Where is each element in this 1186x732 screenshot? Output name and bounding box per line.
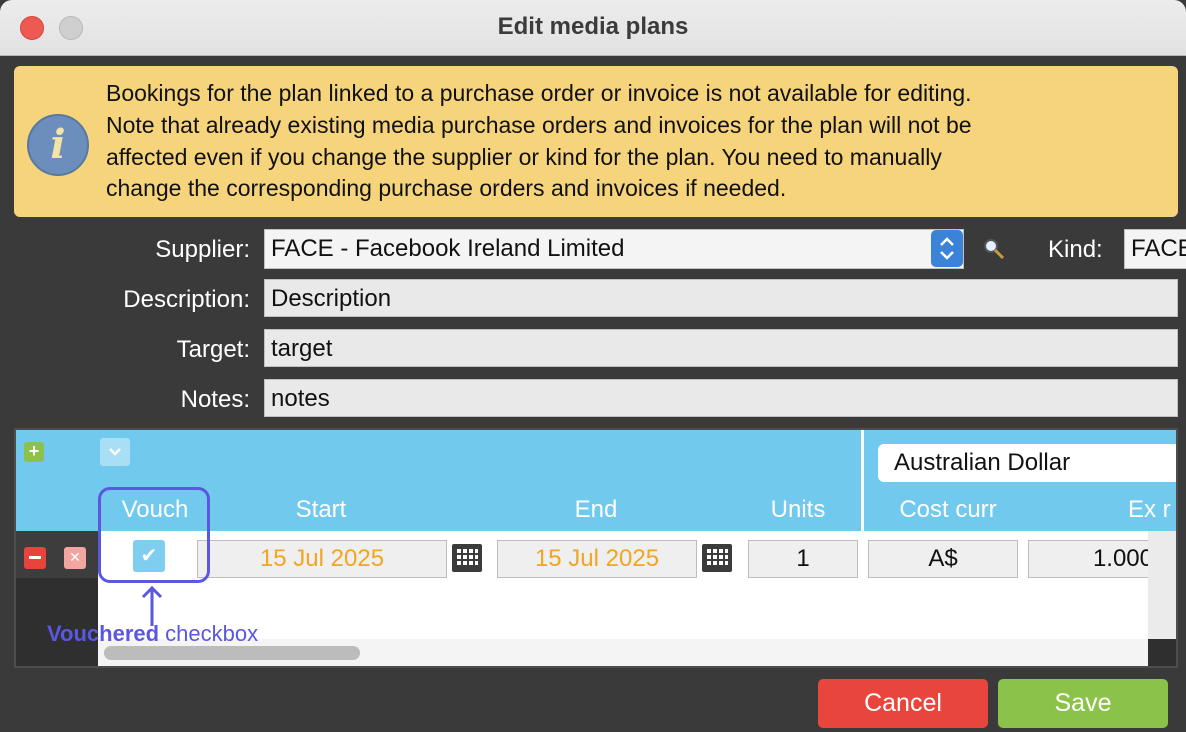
supplier-select[interactable]: FACE - Facebook Ireland Limited (264, 229, 964, 269)
magnifier-icon[interactable] (982, 237, 1006, 261)
annotation-label-bold: Vouchered (47, 621, 160, 646)
notes-field[interactable]: notes (264, 379, 1178, 417)
column-header-end: End (574, 496, 618, 523)
scroll-corner (1148, 639, 1176, 666)
clear-row-button[interactable]: ✕ (64, 547, 86, 569)
cancel-button[interactable]: Cancel (818, 679, 988, 728)
info-icon: i (27, 114, 89, 176)
supplier-dropdown-stepper[interactable] (931, 230, 963, 267)
calendar-icon[interactable] (452, 544, 482, 572)
annotation-label-rest: checkbox (159, 621, 259, 646)
notes-label: Notes: (180, 386, 250, 413)
annotation-highlight-box (98, 487, 210, 583)
cost-currency-cell[interactable]: A$ (868, 540, 1018, 578)
info-text-line: Bookings for the plan linked to a purcha… (106, 80, 972, 106)
target-label: Target: (176, 336, 250, 363)
vertical-scrollbar[interactable] (1148, 531, 1176, 639)
annotation-label: Vouchered checkbox (47, 621, 258, 647)
kind-field[interactable]: FACE (1124, 229, 1186, 269)
horizontal-scrollbar-thumb[interactable] (104, 646, 360, 660)
description-field[interactable]: Description (264, 279, 1178, 317)
column-header-ex-rate: Ex r (1128, 496, 1171, 523)
info-text-line: change the corresponding purchase orders… (106, 175, 787, 201)
description-label: Description: (123, 286, 250, 313)
kind-label: Kind: (1048, 236, 1103, 263)
delete-row-button[interactable] (24, 547, 46, 569)
exchange-rate-cell[interactable]: 1.000 (1028, 540, 1158, 578)
chevron-down-icon (109, 448, 121, 456)
column-divider (861, 430, 864, 578)
calendar-icon[interactable] (702, 544, 732, 572)
add-row-button[interactable]: + (24, 442, 44, 462)
supplier-label: Supplier: (155, 236, 250, 263)
window-title: Edit media plans (497, 13, 689, 40)
info-text-line: Note that already existing media purchas… (106, 112, 972, 138)
updown-chevron-icon (940, 237, 954, 260)
start-date-cell[interactable]: 15 Jul 2025 (197, 540, 447, 578)
expand-button[interactable] (100, 438, 130, 466)
column-header-units: Units (770, 496, 826, 523)
end-date-cell[interactable]: 15 Jul 2025 (497, 540, 697, 578)
column-header-cost-curr: Cost curr (899, 496, 997, 523)
units-cell[interactable]: 1 (748, 540, 858, 578)
target-field[interactable]: target (264, 329, 1178, 367)
save-button[interactable]: Save (998, 679, 1168, 728)
info-text-line: affected even if you change the supplier… (106, 144, 942, 170)
currency-select[interactable]: Australian Dollar (878, 444, 1176, 482)
column-header-start: Start (295, 496, 347, 523)
